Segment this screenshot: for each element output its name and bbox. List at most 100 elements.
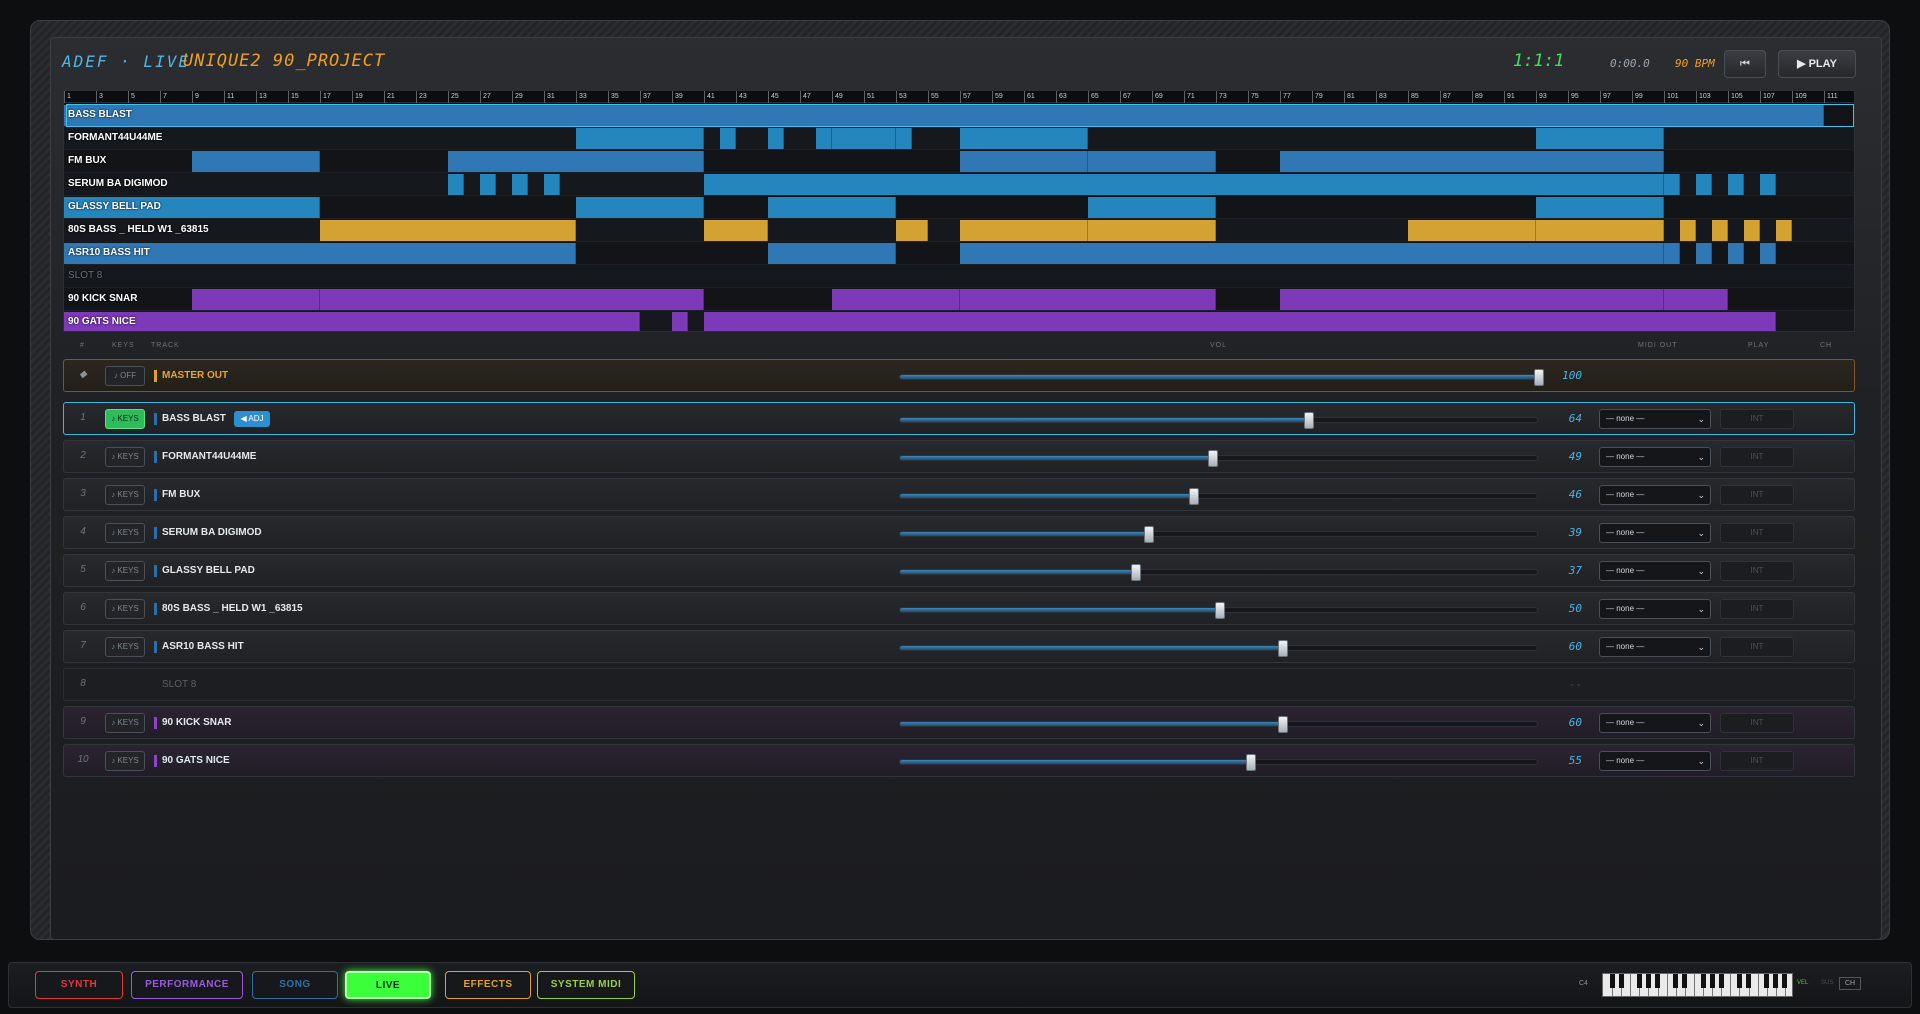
arrangement-clip[interactable] [704, 312, 1776, 331]
arrangement-clip[interactable] [544, 174, 560, 195]
arrangement-clip[interactable] [448, 151, 704, 172]
arrangement-clip[interactable] [960, 220, 1088, 241]
arrangement-lane[interactable]: 90 KICK SNAR [64, 288, 1854, 311]
arrangement-clip[interactable] [1280, 151, 1664, 172]
tab-synth[interactable]: SYNTH [35, 971, 123, 999]
midi-out-select[interactable]: — none — ⌄ [1599, 637, 1711, 657]
black-key[interactable] [1682, 974, 1688, 988]
play-button[interactable]: ▶ PLAY [1778, 50, 1856, 78]
arrangement-clip[interactable] [768, 128, 784, 149]
arrangement-clip[interactable] [1760, 174, 1776, 195]
track-row[interactable]: 2 ♪ KEYS FORMANT44U44ME 49 — none — ⌄ INT [63, 440, 1855, 473]
arrangement-clip[interactable] [1088, 220, 1216, 241]
volume-thumb[interactable] [1131, 564, 1142, 581]
volume-thumb[interactable] [1303, 412, 1314, 429]
arrangement-clip[interactable] [64, 312, 640, 331]
arrangement-clip[interactable] [448, 174, 464, 195]
arrangement-clip[interactable] [576, 128, 704, 149]
arrangement-clip[interactable] [1088, 197, 1216, 218]
keys-toggle[interactable]: ♪ KEYS [105, 523, 145, 543]
play-mode-button[interactable]: INT [1720, 751, 1794, 771]
keys-toggle[interactable]: ♪ KEYS [105, 637, 145, 657]
volume-thumb[interactable] [1278, 716, 1289, 733]
midi-out-select[interactable]: — none — ⌄ [1599, 523, 1711, 543]
play-mode-button[interactable]: INT [1720, 409, 1794, 429]
arrangement-clip[interactable] [1728, 174, 1744, 195]
track-row[interactable]: 6 ♪ KEYS 80S BASS _ HELD W1 _63815 50 — none… [63, 592, 1855, 625]
bar-ruler[interactable]: 1 3 5 7 9 11 13 15 17 19 21 23 25 27 29 31 33 35 37 39 41 43 4… [64, 91, 1854, 103]
midi-out-select[interactable]: — none — ⌄ [1599, 561, 1711, 581]
arrangement-clip[interactable] [896, 128, 912, 149]
arrangement-clip[interactable] [816, 128, 832, 149]
black-key[interactable] [1782, 974, 1788, 988]
arrangement-clip[interactable] [1760, 243, 1776, 264]
track-row[interactable]: 10 ♪ KEYS 90 GATS NICE 55 — none — ⌄ INT [63, 744, 1855, 777]
arrangement-clip[interactable] [1408, 220, 1536, 241]
volume-thumb[interactable] [1188, 488, 1199, 505]
keys-toggle[interactable]: ♪ KEYS [105, 599, 145, 619]
volume-slider[interactable] [899, 564, 1538, 581]
track-row[interactable]: 5 ♪ KEYS GLASSY BELL PAD 37 — none — ⌄ INT [63, 554, 1855, 587]
black-key[interactable] [1764, 974, 1770, 988]
midi-out-select[interactable]: — none — ⌄ [1599, 447, 1711, 467]
arrangement-clip[interactable] [672, 312, 688, 331]
volume-slider[interactable] [899, 754, 1538, 771]
arrangement-clip[interactable] [1664, 243, 1680, 264]
volume-thumb[interactable] [1208, 450, 1219, 467]
volume-thumb[interactable] [1246, 754, 1257, 771]
arrangement-clip[interactable] [1536, 197, 1664, 218]
track-row[interactable]: 8 SLOT 8 -- [63, 668, 1855, 701]
track-row[interactable]: 3 ♪ KEYS FM BUX 46 — none — ⌄ INT [63, 478, 1855, 511]
arrangement-lane[interactable]: 80S BASS _ HELD W1 _63815 [64, 219, 1854, 242]
black-key[interactable] [1636, 974, 1642, 988]
tab-song[interactable]: SONG [252, 971, 338, 999]
play-mode-button[interactable]: INT [1720, 599, 1794, 619]
arrangement-clip[interactable] [480, 174, 496, 195]
arrangement-clip[interactable] [1280, 289, 1664, 310]
volume-slider[interactable] [899, 412, 1538, 429]
black-key[interactable] [1709, 974, 1715, 988]
tab-live[interactable]: LIVE [345, 971, 431, 999]
volume-slider[interactable] [899, 488, 1538, 505]
arrangement-clip[interactable] [320, 289, 704, 310]
master-volume-thumb[interactable] [1534, 369, 1544, 386]
arrangement-clip[interactable] [960, 128, 1088, 149]
arrangement-clip[interactable] [512, 174, 528, 195]
black-key[interactable] [1645, 974, 1651, 988]
arrangement-view[interactable]: 1 3 5 7 9 11 13 15 17 19 21 23 25 27 29 31 33 35 37 39 41 43 4… [63, 90, 1855, 332]
midi-out-select[interactable]: — none — ⌄ [1599, 409, 1711, 429]
bpm-display[interactable]: 90 BPM [1675, 57, 1715, 70]
arrangement-clip[interactable] [1776, 220, 1792, 241]
arrangement-clip[interactable] [1712, 220, 1728, 241]
arrangement-clip[interactable] [960, 289, 1216, 310]
midi-out-select[interactable]: — none — ⌄ [1599, 599, 1711, 619]
track-row[interactable]: 7 ♪ KEYS ASR10 BASS HIT 60 — none — ⌄ INT [63, 630, 1855, 663]
arrangement-clip[interactable] [832, 289, 960, 310]
volume-slider[interactable] [899, 450, 1538, 467]
arrangement-clip[interactable] [768, 243, 896, 264]
arrangement-clip[interactable] [1728, 243, 1744, 264]
track-row[interactable]: 9 ♪ KEYS 90 KICK SNAR 60 — none — ⌄ INT [63, 706, 1855, 739]
arrangement-clip[interactable] [768, 197, 896, 218]
keys-toggle[interactable]: ♪ KEYS [105, 751, 145, 771]
volume-thumb[interactable] [1278, 640, 1289, 657]
volume-thumb[interactable] [1144, 526, 1155, 543]
rewind-button[interactable]: ⏮ [1724, 50, 1766, 78]
keys-toggle[interactable]: ♪ KEYS [105, 409, 145, 429]
arrangement-clip[interactable] [832, 128, 896, 149]
arrangement-clip[interactable] [1680, 220, 1696, 241]
arrangement-clip[interactable] [576, 197, 704, 218]
arrangement-lane[interactable]: FM BUX [64, 150, 1854, 173]
play-mode-button[interactable]: INT [1720, 523, 1794, 543]
arrangement-lane[interactable]: GLASSY BELL PAD [64, 196, 1854, 219]
volume-slider[interactable] [899, 716, 1538, 733]
adjust-button[interactable]: ◀ ADJ [234, 411, 270, 427]
midi-out-select[interactable]: — none — ⌄ [1599, 713, 1711, 733]
arrangement-clip[interactable] [192, 151, 320, 172]
black-key[interactable] [1718, 974, 1724, 988]
track-row[interactable]: 4 ♪ KEYS SERUM BA DIGIMOD 39 — none — ⌄ INT [63, 516, 1855, 549]
arrangement-clip[interactable] [320, 220, 576, 241]
midi-out-select[interactable]: — none — ⌄ [1599, 485, 1711, 505]
play-mode-button[interactable]: INT [1720, 561, 1794, 581]
keys-toggle[interactable]: ♪ KEYS [105, 713, 145, 733]
